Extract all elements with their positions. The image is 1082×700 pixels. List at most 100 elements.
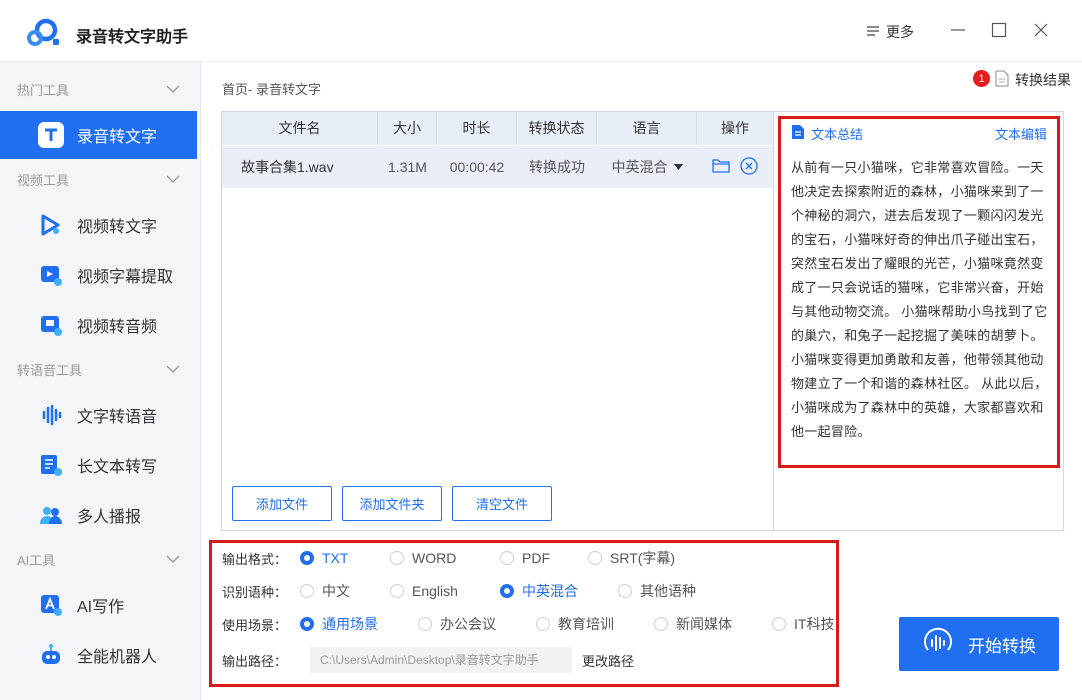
summary-doc-icon [791, 124, 805, 143]
sidebar-section-ai-tools[interactable]: AI工具 [0, 539, 200, 579]
output-path-label: 输出路径： [222, 653, 288, 669]
file-size-cell: 1.31M [388, 159, 427, 175]
file-name-cell: 故事合集1.wav [241, 159, 334, 175]
section-title: 视频工具 [17, 172, 70, 188]
sidebar-item-label: 全能机器人 [77, 649, 158, 666]
more-button[interactable]: 更多 [866, 22, 914, 42]
scene-option-it[interactable]: IT科技 [772, 614, 834, 634]
scene-option-meeting[interactable]: 办公会议 [418, 614, 496, 634]
table-row[interactable]: 故事合集1.wav 1.31M 00:00:42 转换成功 中英混合 [222, 146, 773, 188]
option-label: TXT [322, 550, 349, 566]
sidebar-item-label: AI写作 [77, 599, 125, 616]
add-folder-button[interactable]: 添加文件夹 [342, 486, 442, 521]
language-option-chinese[interactable]: 中文 [300, 581, 350, 601]
option-label: 中文 [322, 583, 350, 599]
section-title: 转语音工具 [17, 362, 83, 378]
sidebar-section-video-tools[interactable]: 视频工具 [0, 159, 200, 199]
format-option-srt[interactable]: SRT(字幕) [588, 548, 675, 568]
sidebar-item-video-to-audio[interactable]: 视频转音频 [0, 301, 197, 349]
radio-icon [390, 584, 404, 598]
panel-divider [773, 112, 774, 530]
scene-option-education[interactable]: 教育培训 [536, 614, 614, 634]
sidebar-item-label: 多人播报 [77, 509, 142, 526]
radio-icon [500, 551, 514, 565]
result-label: 转换结果 [1015, 72, 1071, 88]
menu-lines-icon [866, 24, 880, 41]
sidebar-item-text-to-speech[interactable]: 文字转语音 [0, 391, 197, 439]
document-icon [995, 70, 1009, 90]
add-file-button[interactable]: 添加文件 [232, 486, 332, 521]
minimize-icon [951, 29, 965, 31]
summary-text: 从前有一只小猫咪，它非常喜欢冒险。一天他决定去探索附近的森林，小猫咪来到了一个神… [791, 160, 1048, 439]
radio-icon [654, 617, 668, 631]
column-header-filename: 文件名 [222, 112, 378, 145]
sidebar-item-video-to-text[interactable]: 视频转文字 [0, 201, 197, 249]
radio-icon [588, 551, 602, 565]
result-count-badge: 1 [973, 70, 990, 87]
scene-option-news[interactable]: 新闻媒体 [654, 614, 732, 634]
text-summary-panel: 文本总结 文本编辑 从前有一只小猫咪，它非常喜欢冒险。一天他决定去探索附近的森林… [778, 116, 1060, 468]
sidebar-item-long-text[interactable]: 长文本转写 [0, 441, 197, 489]
language-select[interactable]: 中英混合 [597, 157, 697, 177]
radio-icon [300, 617, 314, 631]
language-option-other[interactable]: 其他语种 [618, 581, 696, 601]
option-label: PDF [522, 550, 550, 566]
format-option-pdf[interactable]: PDF [500, 550, 550, 566]
sidebar: 热门工具 录音转文字 视频工具 视频转文字 视频字幕提取 视频转音频 转语音工具 [0, 62, 201, 700]
language-option-mixed[interactable]: 中英混合 [500, 581, 578, 601]
radio-icon [300, 551, 314, 565]
sidebar-item-multi-speaker[interactable]: 多人播报 [0, 491, 197, 539]
output-path-row: 输出路径： C:\Users\Admin\Desktop\录音转文字助手 更改路… [222, 647, 822, 673]
option-label: 新闻媒体 [676, 616, 732, 632]
output-format-row: 输出格式： TXT WORD PDF SRT(字幕) [222, 547, 822, 569]
maximize-button[interactable] [987, 18, 1011, 42]
output-format-label: 输出格式： [222, 551, 288, 567]
column-header-duration: 时长 [437, 112, 517, 145]
start-conversion-button[interactable]: 开始转换 [899, 617, 1059, 671]
option-label: IT科技 [794, 616, 835, 632]
more-label: 更多 [886, 24, 914, 40]
section-title: 热门工具 [17, 82, 70, 98]
column-header-language: 语言 [597, 112, 697, 145]
change-path-button[interactable]: 更改路径 [582, 651, 634, 670]
scene-option-general[interactable]: 通用场景 [300, 614, 378, 634]
sidebar-section-speech-tools[interactable]: 转语音工具 [0, 349, 200, 389]
chevron-down-icon [166, 555, 180, 563]
chevron-down-icon [166, 175, 180, 183]
close-icon [1034, 23, 1048, 37]
sidebar-item-subtitle-extract[interactable]: 视频字幕提取 [0, 251, 197, 299]
radio-icon [390, 551, 404, 565]
sidebar-section-hot-tools[interactable]: 热门工具 [0, 69, 200, 109]
format-option-txt[interactable]: TXT [300, 550, 348, 566]
format-option-word[interactable]: WORD [390, 550, 456, 566]
open-folder-icon[interactable] [712, 158, 730, 176]
output-path-field[interactable]: C:\Users\Admin\Desktop\录音转文字助手 [310, 647, 572, 673]
sidebar-item-audio-to-text[interactable]: 录音转文字 [0, 111, 197, 159]
breadcrumb: 首页- 录音转文字 [222, 82, 321, 97]
sidebar-item-ai-writing[interactable]: AI写作 [0, 581, 197, 629]
minimize-button[interactable] [946, 18, 970, 42]
usage-scene-row: 使用场景： 通用场景 办公会议 教育培训 新闻媒体 IT科技 [222, 613, 842, 635]
language-option-english[interactable]: English [390, 583, 458, 599]
subtitle-icon [38, 262, 64, 288]
document-a-icon [38, 452, 64, 478]
sidebar-item-label: 视频字幕提取 [77, 269, 174, 286]
sidebar-item-label: 长文本转写 [77, 459, 158, 476]
clear-files-button[interactable]: 清空文件 [452, 486, 552, 521]
text-edit-link[interactable]: 文本编辑 [995, 124, 1047, 143]
close-button[interactable] [1029, 18, 1053, 42]
text-summary-tab[interactable]: 文本总结 [791, 124, 863, 143]
app-title: 录音转文字助手 [76, 29, 189, 46]
recognition-language-label: 识别语种： [222, 584, 288, 600]
column-header-size: 大小 [378, 112, 437, 145]
sidebar-item-robot[interactable]: 全能机器人 [0, 631, 197, 679]
option-label: 中英混合 [522, 583, 578, 599]
option-label: 通用场景 [322, 616, 378, 632]
radio-icon [500, 584, 514, 598]
radio-icon [536, 617, 550, 631]
file-duration-cell: 00:00:42 [449, 159, 505, 175]
app-logo-icon [26, 17, 62, 49]
sidebar-item-label: 文字转语音 [77, 409, 158, 426]
remove-file-icon[interactable] [740, 156, 758, 178]
option-label: WORD [412, 550, 457, 566]
